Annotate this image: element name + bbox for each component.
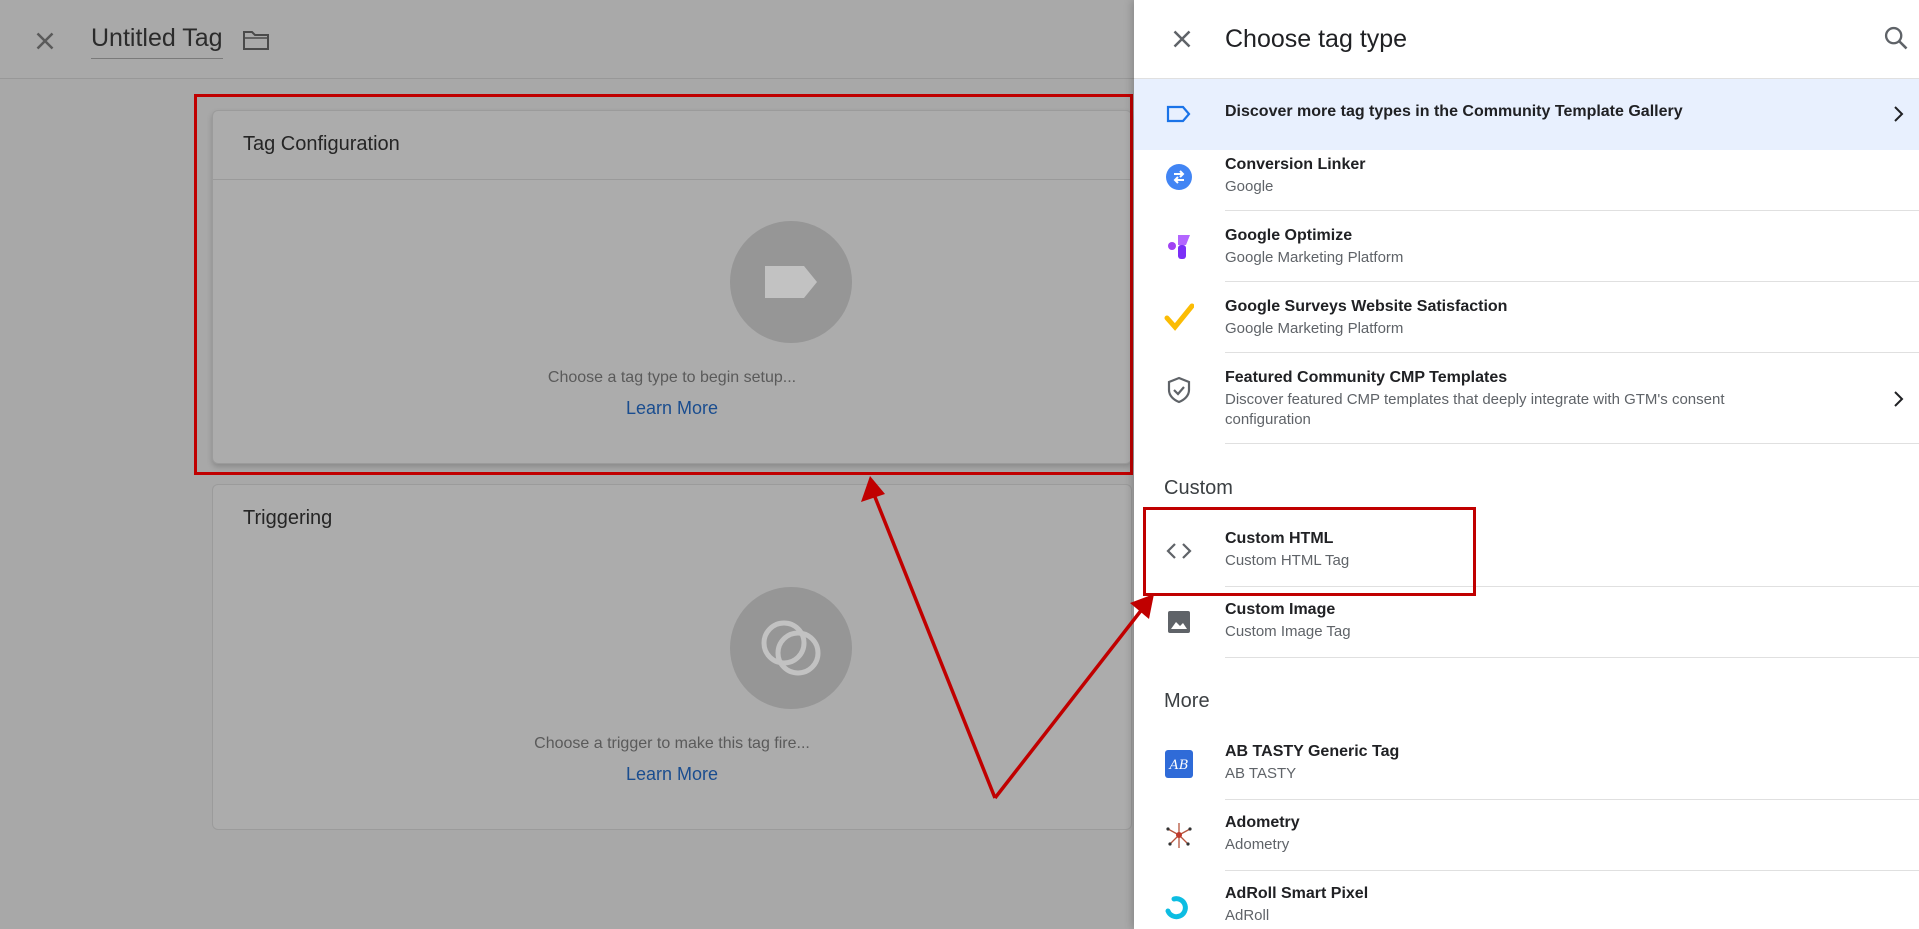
close-icon[interactable]: [30, 26, 60, 56]
tag-type-google-surveys[interactable]: Google Surveys Website Satisfaction Goog…: [1134, 282, 1919, 353]
tag-type-adometry[interactable]: Adometry Adometry: [1134, 800, 1919, 871]
tag-type-name: Google Optimize: [1225, 227, 1353, 244]
highlight-box-tag-configuration: [194, 94, 1133, 475]
trigger-placeholder-circle[interactable]: [730, 587, 852, 709]
learn-more-link[interactable]: Learn More: [213, 764, 1131, 785]
tag-type-featured-cmp-templates[interactable]: Featured Community CMP Templates Discove…: [1134, 353, 1919, 444]
tag-type-custom-image[interactable]: Custom Image Custom Image Tag: [1134, 587, 1919, 658]
search-icon[interactable]: [1882, 24, 1910, 52]
discover-label: Discover more tag types in the Community…: [1225, 103, 1683, 120]
conversion-linker-icon: [1166, 164, 1192, 190]
tag-type-name: AdRoll Smart Pixel: [1225, 885, 1369, 902]
tag-type-google-optimize[interactable]: Google Optimize Google Marketing Platfor…: [1134, 211, 1919, 282]
shield-check-icon: [1167, 376, 1191, 404]
tag-type-vendor: Google Marketing Platform: [1225, 249, 1404, 266]
tag-type-vendor: Google: [1225, 178, 1274, 195]
google-optimize-icon: [1168, 235, 1190, 259]
chevron-right-icon: [1894, 106, 1904, 122]
google-surveys-icon: [1164, 303, 1194, 331]
adometry-icon: [1166, 823, 1192, 848]
tag-type-name: Conversion Linker: [1225, 156, 1366, 173]
folder-icon[interactable]: [242, 28, 270, 52]
close-icon[interactable]: [1167, 24, 1197, 54]
tag-type-name: Custom Image: [1225, 601, 1336, 618]
highlight-box-custom-html: [1143, 507, 1476, 596]
tag-type-vendor: Custom Image Tag: [1225, 623, 1351, 640]
divider: [1225, 443, 1919, 444]
triggering-card[interactable]: Triggering Choose a trigger to make this…: [212, 484, 1132, 830]
tag-type-vendor: AdRoll: [1225, 907, 1270, 924]
tag-type-description: Discover featured CMP templates that dee…: [1225, 391, 1725, 428]
panel-title: Choose tag type: [1225, 25, 1408, 53]
tag-type-ab-tasty[interactable]: AB AB TASTY Generic Tag AB TASTY: [1134, 729, 1919, 800]
community-template-gallery-link[interactable]: Discover more tag types in the Community…: [1134, 79, 1919, 150]
chevron-right-icon: [1894, 391, 1904, 407]
tag-type-conversion-linker[interactable]: Conversion Linker Google: [1134, 150, 1919, 211]
trigger-setup-hint: Choose a trigger to make this tag fire..…: [534, 735, 810, 752]
tag-type-vendor: Google Marketing Platform: [1225, 320, 1404, 337]
ab-tasty-icon: AB: [1165, 750, 1193, 778]
tag-type-adroll-smart-pixel[interactable]: AdRoll Smart Pixel AdRoll: [1134, 871, 1919, 929]
tag-type-name: AB TASTY Generic Tag: [1225, 743, 1400, 760]
card-title: Triggering: [243, 507, 333, 529]
choose-tag-type-panel: Choose tag type Discover more tag types …: [1134, 0, 1919, 929]
image-icon: [1168, 611, 1190, 633]
tag-outline-icon: [1166, 105, 1191, 123]
section-more: More: [1164, 690, 1210, 712]
section-custom: Custom: [1164, 477, 1233, 499]
tag-type-vendor: AB TASTY: [1225, 765, 1297, 782]
divider: [1225, 657, 1919, 658]
tag-type-vendor: Adometry: [1225, 836, 1290, 853]
adroll-icon: [1165, 896, 1188, 920]
panel-header: Choose tag type: [1134, 0, 1919, 79]
tag-name-field[interactable]: Untitled Tag: [91, 24, 223, 59]
trigger-icon: [761, 620, 821, 676]
svg-text:AB: AB: [1169, 758, 1189, 773]
tag-type-name: Adometry: [1225, 814, 1300, 831]
tag-type-name: Google Surveys Website Satisfaction: [1225, 298, 1508, 315]
tag-type-name: Featured Community CMP Templates: [1225, 369, 1508, 386]
